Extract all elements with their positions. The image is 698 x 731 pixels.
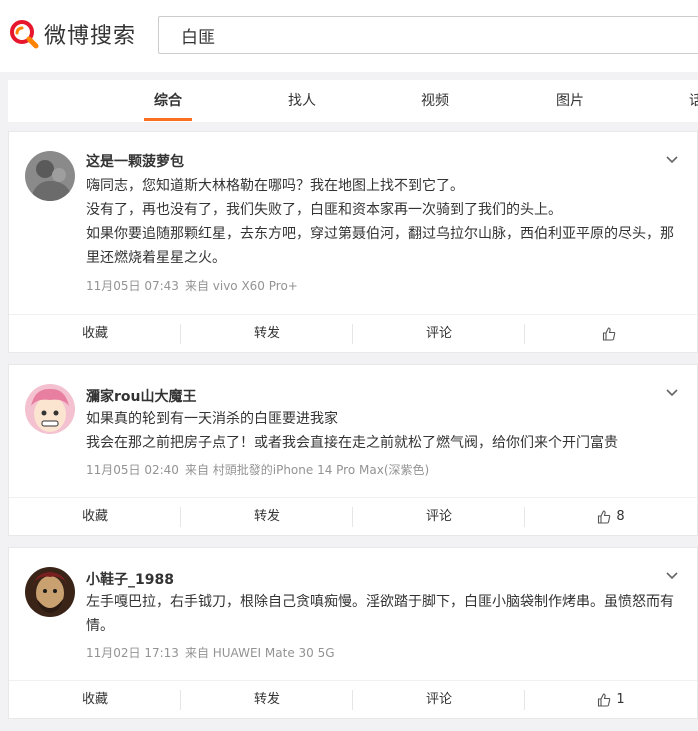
comment-button[interactable]: 评论 <box>353 315 525 353</box>
post-source: 来自 村頭批發的iPhone 14 Pro Max(深紫色) <box>184 463 430 477</box>
search-input[interactable] <box>158 16 698 54</box>
favorite-button[interactable]: 收藏 <box>9 315 181 353</box>
post-source: 来自 HUAWEI Mate 30 5G <box>184 646 335 660</box>
favorite-button[interactable]: 收藏 <box>9 498 181 536</box>
post-meta: 11月02日 17:13 来自 HUAWEI Mate 30 5G <box>86 644 335 661</box>
search-tabs: 综合 找人 视频 图片 话 <box>8 80 698 122</box>
like-count: 1 <box>616 692 625 707</box>
post-actions: 收藏 转发 评论 <box>9 314 697 352</box>
post-meta: 11月05日 02:40 来自 村頭批發的iPhone 14 Pro Max(深紫… <box>86 461 429 478</box>
chevron-down-icon[interactable] <box>665 386 679 400</box>
post-paragraph: 如果真的轮到有一天消杀的白匪要进我家 <box>86 411 338 427</box>
like-button[interactable] <box>525 315 697 353</box>
tab-comprehensive[interactable]: 综合 <box>154 80 182 122</box>
like-count: 8 <box>616 509 625 524</box>
post-paragraph: 左手嘎巴拉，右手钺刀，根除自己贪嗔痴慢。淫欲踏于脚下，白匪小脑袋制作烤串。虽愤怒… <box>86 594 674 634</box>
header: 微博搜索 <box>0 0 698 72</box>
tab-topics[interactable]: 话 <box>689 80 698 122</box>
active-tab-indicator <box>144 118 192 121</box>
post-time[interactable]: 11月02日 17:13 <box>86 646 179 660</box>
post-actions: 收藏 转发 评论 1 <box>9 680 697 718</box>
thumbs-up-icon <box>598 693 611 707</box>
avatar-image-icon <box>25 384 75 434</box>
thumbs-up-icon <box>602 327 615 341</box>
post-content: 左手嘎巴拉，右手钺刀，根除自己贪嗔痴慢。淫欲踏于脚下，白匪小脑袋制作烤串。虽愤怒… <box>86 590 686 638</box>
repost-button[interactable]: 转发 <box>181 498 353 536</box>
post-source: 来自 vivo X60 Pro+ <box>184 279 298 293</box>
logo-text: 微博搜索 <box>44 24 137 49</box>
post-meta: 11月05日 07:43 来自 vivo X60 Pro+ <box>86 277 298 294</box>
avatar-image-icon <box>25 151 75 201</box>
like-button[interactable]: 1 <box>525 681 697 719</box>
tab-people[interactable]: 找人 <box>288 80 316 122</box>
post-paragraph: 如果你要追随那颗红星，去东方吧，穿过第聂伯河，翻过乌拉尔山脉，西伯利亚平原的尽头… <box>86 226 674 266</box>
avatar[interactable] <box>25 567 75 617</box>
post-paragraph: 我会在那之前把房子点了！或者我会直接在走之前就松了燃气阀，给你们来个开门富贵 <box>86 435 618 451</box>
post-card: 瀰家rou山大魔王 如果真的轮到有一天消杀的白匪要进我家 我会在那之前把房子点了… <box>8 364 698 536</box>
post-time[interactable]: 11月05日 07:43 <box>86 279 179 293</box>
avatar-image-icon <box>25 567 75 617</box>
username[interactable]: 小鞋子_1988 <box>86 569 174 589</box>
username[interactable]: 瀰家rou山大魔王 <box>86 386 197 406</box>
tab-video[interactable]: 视频 <box>421 80 449 122</box>
comment-button[interactable]: 评论 <box>353 681 525 719</box>
weibo-search-logo[interactable]: 微博搜索 <box>8 18 136 50</box>
repost-button[interactable]: 转发 <box>181 315 353 353</box>
post-card: 小鞋子_1988 左手嘎巴拉，右手钺刀，根除自己贪嗔痴慢。淫欲踏于脚下，白匪小脑… <box>8 547 698 719</box>
tab-images[interactable]: 图片 <box>556 80 584 122</box>
post-content: 如果真的轮到有一天消杀的白匪要进我家 我会在那之前把房子点了！或者我会直接在走之… <box>86 407 686 455</box>
repost-button[interactable]: 转发 <box>181 681 353 719</box>
avatar[interactable] <box>25 151 75 201</box>
post-paragraph: 嗨同志，您知道斯大林格勒在哪吗？我在地图上找不到它了。 <box>86 178 464 194</box>
post-time[interactable]: 11月05日 02:40 <box>86 463 179 477</box>
post-content: 嗨同志，您知道斯大林格勒在哪吗？我在地图上找不到它了。 没有了，再也没有了，我们… <box>86 174 686 270</box>
username[interactable]: 这是一颗菠萝包 <box>86 151 184 171</box>
comment-button[interactable]: 评论 <box>353 498 525 536</box>
post-paragraph: 没有了，再也没有了，我们失败了，白匪和资本家再一次骑到了我们的头上。 <box>86 202 562 218</box>
post-card: 这是一颗菠萝包 嗨同志，您知道斯大林格勒在哪吗？我在地图上找不到它了。 没有了，… <box>8 131 698 353</box>
post-actions: 收藏 转发 评论 8 <box>9 497 697 535</box>
thumbs-up-icon <box>598 510 611 524</box>
chevron-down-icon[interactable] <box>665 153 679 167</box>
like-button[interactable]: 8 <box>525 498 697 536</box>
chevron-down-icon[interactable] <box>665 569 679 583</box>
search-logo-icon <box>10 20 39 49</box>
avatar[interactable] <box>25 384 75 434</box>
favorite-button[interactable]: 收藏 <box>9 681 181 719</box>
